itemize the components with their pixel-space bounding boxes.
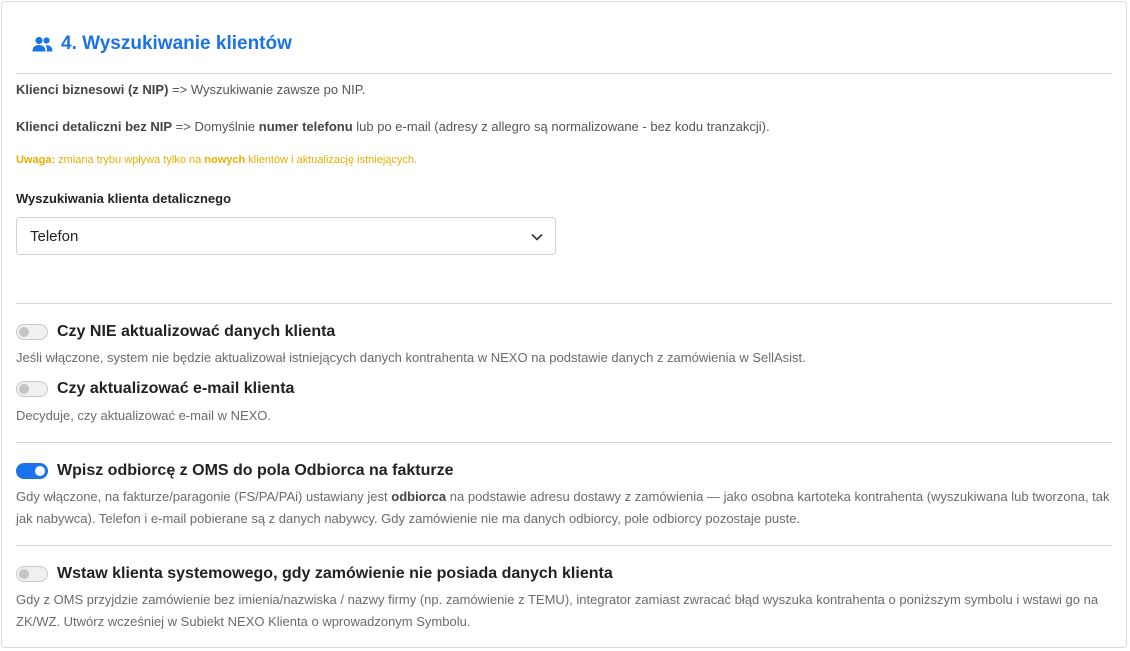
option-title: Czy aktualizować e-mail klienta [57,380,295,397]
option-title: Czy NIE aktualizować danych klienta [57,323,336,340]
business-clients-info: Klienci biznesowi (z NIP) => Wyszukiwani… [16,82,366,97]
divider [16,303,1112,304]
retail-search-label: Wyszukiwania klienta detalicznego [16,191,232,206]
retail-search-value: Telefon [30,227,79,245]
mode-change-warning: Uwaga: zmiana trybu wpływa tylko na nowy… [16,154,418,166]
option-description: Gdy włączone, na fakturze/paragonie (FS/… [16,489,1110,526]
option-description: Decyduje, czy aktualizować e-mail w NEXO… [16,408,272,423]
toggle-no-update-client[interactable] [16,324,48,340]
option-title: Wpisz odbiorcę z OMS do pola Odbiorca na… [57,462,454,479]
section-header: 4. Wyszukiwanie klientów [32,33,292,55]
retail-clients-info: Klienci detaliczni bez NIP => Domyślnie … [16,119,770,134]
toggle-oms-recipient[interactable] [16,463,48,479]
divider [16,545,1112,546]
retail-search-select[interactable]: Telefon [16,217,556,255]
toggle-system-client[interactable] [16,566,48,582]
option-title: Wstaw klienta systemowego, gdy zamówieni… [57,565,613,582]
toggle-update-email[interactable] [16,381,48,397]
option-description: Jeśli włączone, system nie będzie aktual… [16,350,806,365]
chevron-down-icon [531,228,543,245]
divider [16,73,1112,74]
users-icon [32,36,53,52]
option-description: Gdy z OMS przyjdzie zamówienie bez imien… [16,592,1099,629]
divider [16,442,1112,443]
section-title: 4. Wyszukiwanie klientów [61,33,292,54]
